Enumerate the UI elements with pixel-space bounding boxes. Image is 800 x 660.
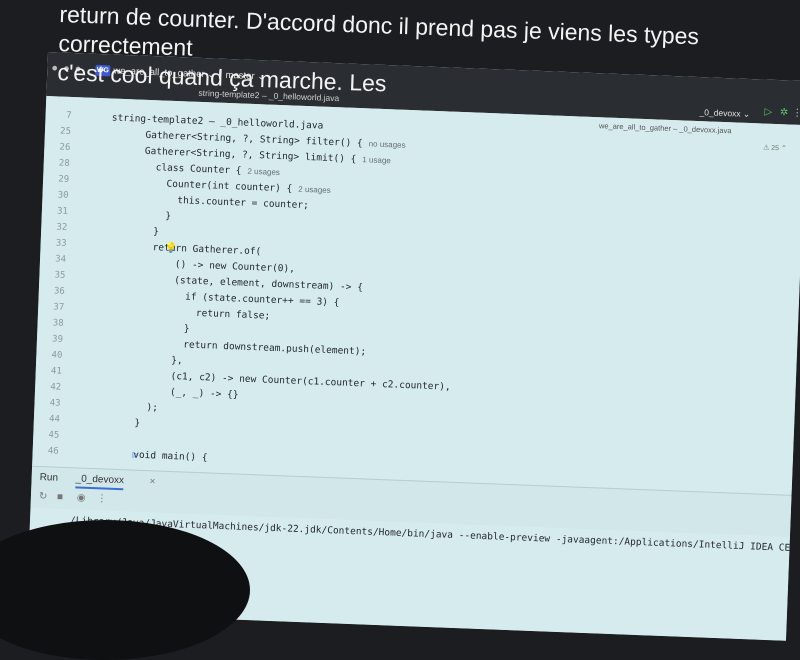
close-icon[interactable]: × (149, 476, 155, 487)
lightbulb-icon[interactable]: 💡 (164, 243, 177, 254)
debug-icon[interactable]: ✲ (780, 107, 789, 118)
line-number: 25 (59, 126, 72, 137)
line-number: 46 (47, 446, 59, 457)
line-number: 32 (56, 222, 68, 233)
code-text: } (65, 414, 141, 429)
line-number: 34 (55, 254, 67, 265)
line-number: 44 (48, 414, 61, 425)
line-number: 29 (58, 174, 70, 185)
code-text: } (73, 223, 160, 238)
code-editor[interactable]: we_are_all_to_gather – _0_devoxx.java ⚠ … (32, 95, 800, 495)
line-number: 31 (56, 206, 69, 217)
rerun-icon[interactable]: ↻ (39, 491, 48, 502)
line-number: 40 (51, 350, 63, 361)
line-number: 45 (48, 430, 60, 441)
line-number: 35 (54, 270, 66, 281)
stop-icon[interactable]: ■ (57, 492, 63, 503)
line-number: 42 (50, 382, 62, 393)
run-label[interactable]: Run (39, 472, 58, 484)
usage-hint[interactable]: 2 usages (247, 167, 280, 177)
run-tab[interactable]: _0_devoxx (75, 473, 125, 491)
usage-hint[interactable]: 1 usage (362, 155, 391, 165)
line-number: 41 (50, 366, 62, 377)
camera-icon[interactable]: ◉ (77, 492, 86, 503)
line-number: 37 (53, 302, 65, 313)
code-text: ); (66, 398, 159, 414)
line-number: 26 (59, 142, 71, 153)
line-number: 43 (49, 398, 61, 409)
line-number: 39 (51, 334, 64, 345)
more-icon[interactable]: ⋮ (792, 108, 800, 119)
more-icon[interactable]: ⋮ (97, 493, 107, 504)
line-number: 36 (53, 286, 65, 297)
line-number: 33 (55, 238, 67, 249)
line-number: 28 (58, 158, 70, 169)
run-gutter-icon[interactable]: ▷ (132, 450, 138, 461)
line-number: 38 (52, 318, 64, 329)
line-number: 30 (57, 190, 69, 201)
usage-hint[interactable]: 2 usages (298, 185, 331, 195)
line-number: 7 (65, 110, 72, 121)
code-text: } (73, 207, 172, 222)
usage-hint[interactable]: no usages (369, 139, 406, 149)
